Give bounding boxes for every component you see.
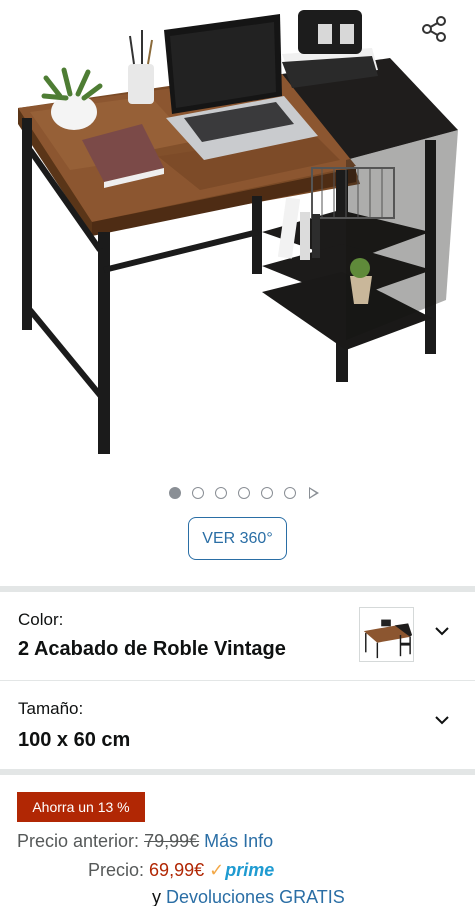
free-returns-link[interactable]: Devoluciones GRATIS [166, 887, 345, 906]
current-price-row: Precio: 69,99€ ✓ prime [88, 860, 274, 881]
savings-badge: Ahorra un 13 % [17, 792, 145, 822]
size-value: 100 x 60 cm [18, 729, 131, 751]
product-image[interactable] [0, 0, 475, 478]
carousel-dot[interactable] [191, 487, 204, 499]
prime-badge: ✓ prime [209, 860, 274, 881]
carousel-dot[interactable] [214, 487, 227, 499]
image-carousel-indicator[interactable] [0, 487, 475, 499]
returns-prefix: y [152, 887, 161, 906]
size-selector[interactable]: Tamaño: 100 x 60 cm [0, 681, 475, 769]
prime-check-icon: ✓ [209, 860, 225, 880]
chevron-down-icon[interactable] [435, 713, 449, 727]
carousel-dot[interactable] [168, 487, 181, 499]
section-divider [0, 769, 475, 775]
color-thumbnail[interactable] [359, 607, 414, 662]
previous-price-label: Precio anterior: [17, 831, 140, 851]
price-value: 69,99€ [149, 860, 205, 880]
chevron-down-icon[interactable] [435, 624, 449, 638]
view-360-button[interactable]: VER 360° [188, 517, 287, 560]
size-label: Tamaño: [18, 699, 84, 718]
video-play-icon[interactable] [308, 487, 319, 499]
previous-price-row: Precio anterior: 79,99€ Más Info [17, 831, 273, 852]
color-selector[interactable]: Color: 2 Acabado de Roble Vintage [0, 592, 475, 680]
color-label: Color: [18, 610, 64, 629]
carousel-dot[interactable] [260, 487, 273, 499]
carousel-dot[interactable] [237, 487, 250, 499]
carousel-dot[interactable] [283, 487, 296, 499]
prime-label: prime [225, 860, 275, 880]
returns-row: y Devoluciones GRATIS [152, 887, 345, 906]
more-info-link[interactable]: Más Info [204, 831, 273, 851]
product-gallery[interactable] [0, 0, 475, 478]
share-icon[interactable] [419, 14, 449, 44]
previous-price-value: 79,99€ [144, 831, 200, 851]
color-value: 2 Acabado de Roble Vintage [18, 638, 286, 660]
price-label: Precio: [88, 860, 145, 880]
